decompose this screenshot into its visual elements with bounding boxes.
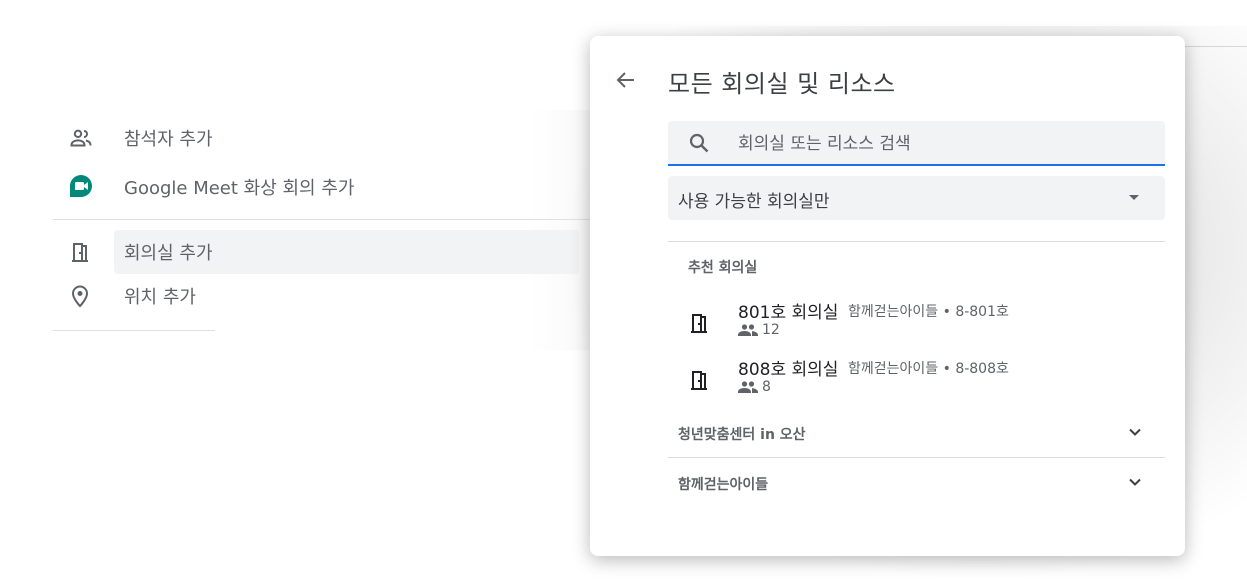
room-capacity: 12 <box>738 322 780 338</box>
people-icon <box>738 324 758 336</box>
room-item[interactable]: 801호 회의실 함께걷는아이들 • 8-801호 12 <box>668 298 1165 350</box>
door-icon <box>688 312 710 338</box>
chevron-down-icon <box>1127 424 1143 444</box>
editor-divider-bottom <box>53 330 215 331</box>
room-capacity: 8 <box>738 379 771 395</box>
room-capacity-value: 8 <box>762 379 771 395</box>
room-group-label: 함께걷는아이들 <box>678 477 769 493</box>
group-divider <box>668 457 1165 458</box>
room-group-row[interactable]: 청년맞춤센터 in 오산 <box>668 412 1165 452</box>
room-name: 808호 회의실 <box>738 360 839 380</box>
search-icon <box>688 132 710 158</box>
add-location-label: 위치 추가 <box>124 287 196 308</box>
add-meet-row[interactable]: Google Meet 화상 회의 추가 <box>53 169 354 205</box>
location-pin-icon <box>53 284 103 308</box>
filter-selected-value: 사용 가능한 회의실만 <box>678 192 830 212</box>
room-meta: 함께걷는아이들 • 8-801호 <box>848 304 1009 320</box>
add-meet-label: Google Meet 화상 회의 추가 <box>124 178 355 199</box>
room-search-input[interactable] <box>736 129 1140 159</box>
section-divider <box>668 241 1165 242</box>
google-meet-icon <box>53 174 103 200</box>
add-room-row[interactable]: 회의실 추가 <box>53 234 213 270</box>
section-title: 추천 회의실 <box>688 260 758 276</box>
dialog-title: 모든 회의실 및 리소스 <box>668 70 896 98</box>
room-search-field[interactable] <box>668 121 1165 166</box>
room-meta: 함께걷는아이들 • 8-808호 <box>848 361 1009 377</box>
room-group-row[interactable]: 함께걷는아이들 <box>668 462 1165 502</box>
add-guests-row[interactable]: 참석자 추가 <box>53 120 213 156</box>
back-button[interactable] <box>610 66 642 98</box>
dropdown-arrow-icon <box>1129 195 1139 200</box>
people-icon <box>53 126 103 150</box>
editor-divider <box>53 219 600 220</box>
chevron-down-icon <box>1127 474 1143 494</box>
arrow-back-icon <box>615 69 637 95</box>
add-guests-label: 참석자 추가 <box>124 129 213 150</box>
door-icon <box>53 241 103 263</box>
add-room-label: 회의실 추가 <box>124 243 213 264</box>
room-item[interactable]: 808호 회의실 함께걷는아이들 • 8-808호 8 <box>668 355 1165 407</box>
door-icon <box>688 369 710 395</box>
room-capacity-value: 12 <box>762 322 780 338</box>
add-location-row[interactable]: 위치 추가 <box>53 278 196 314</box>
room-group-label: 청년맞춤센터 in 오산 <box>678 427 806 443</box>
room-name: 801호 회의실 <box>738 303 839 323</box>
availability-filter-select[interactable]: 사용 가능한 회의실만 <box>668 176 1165 220</box>
people-icon <box>738 381 758 393</box>
